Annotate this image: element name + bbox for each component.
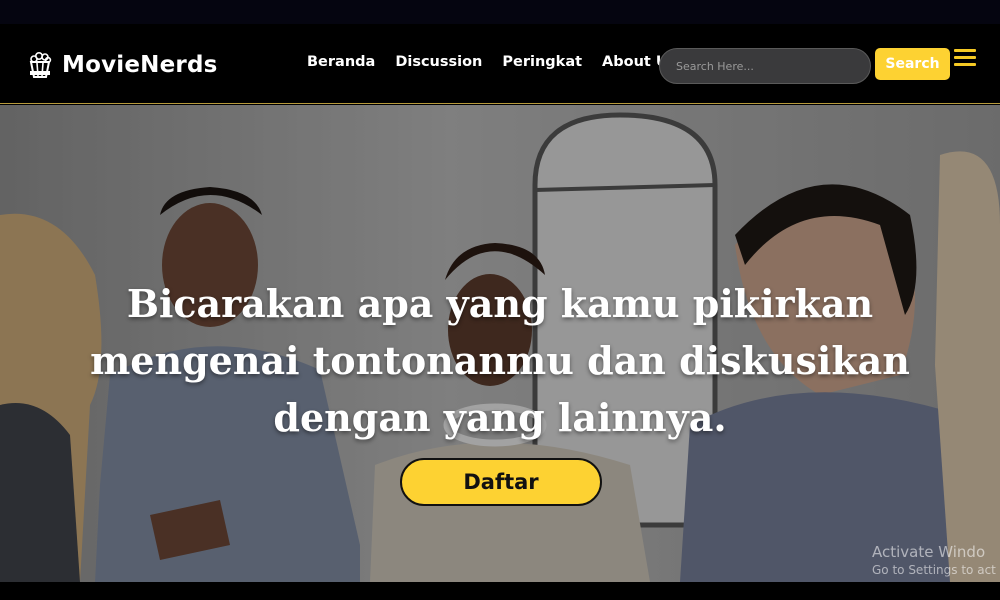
hero-section: Bicarakan apa yang kamu pikirkan mengena… bbox=[0, 105, 1000, 582]
navbar: MovieNerds Beranda Discussion Peringkat … bbox=[0, 24, 1000, 104]
nav-link-peringkat[interactable]: Peringkat bbox=[502, 54, 582, 70]
activate-windows-title: Activate Windo bbox=[872, 543, 986, 561]
register-button[interactable]: Daftar bbox=[400, 458, 602, 506]
nav-link-discussion[interactable]: Discussion bbox=[395, 54, 482, 70]
browser-top-strip bbox=[0, 0, 1000, 24]
activate-windows-watermark: Activate Windo Go to Settings to act bbox=[872, 542, 1000, 578]
hamburger-menu-icon[interactable] bbox=[954, 49, 976, 67]
brand-name: MovieNerds bbox=[62, 52, 218, 78]
popcorn-icon bbox=[29, 51, 52, 78]
main-nav: Beranda Discussion Peringkat About Us bbox=[307, 54, 676, 70]
search-button[interactable]: Search bbox=[875, 48, 950, 80]
search-input[interactable] bbox=[659, 48, 871, 84]
browser-bottom-strip bbox=[0, 582, 1000, 600]
brand-logo[interactable]: MovieNerds bbox=[26, 50, 218, 80]
activate-windows-subtitle: Go to Settings to act bbox=[872, 563, 996, 577]
hero-headline: Bicarakan apa yang kamu pikirkan mengena… bbox=[90, 281, 910, 440]
nav-link-beranda[interactable]: Beranda bbox=[307, 54, 375, 70]
